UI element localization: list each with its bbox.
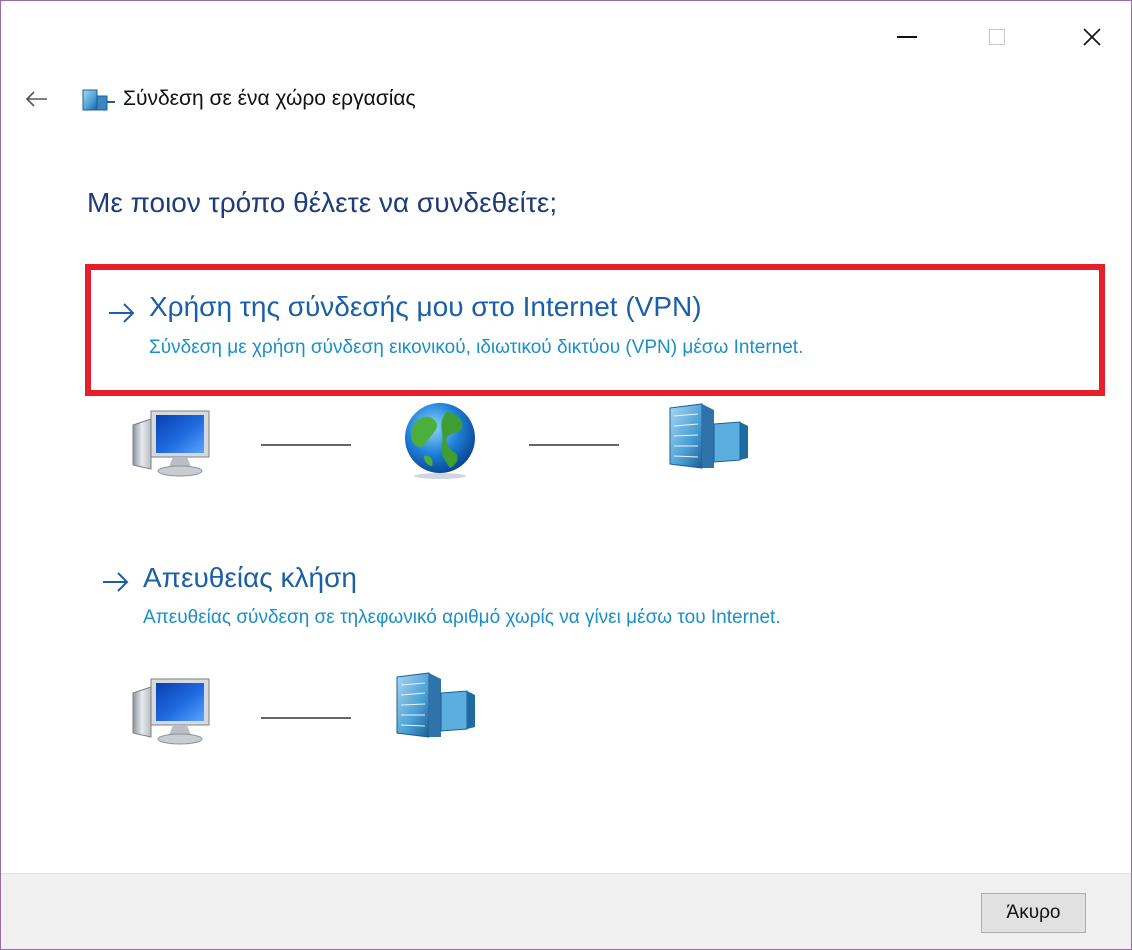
option-description: Σύνδεση με χρήση σύνδεση εικονικού, ιδιω…	[149, 337, 804, 358]
connector-line	[261, 717, 351, 719]
maximize-icon	[989, 29, 1005, 45]
building-icon	[396, 672, 475, 738]
computer-icon	[132, 678, 210, 745]
back-button[interactable]	[19, 81, 55, 117]
option-description: Απευθείας σύνδεση σε τηλεφωνικό αριθμό χ…	[143, 607, 781, 628]
arrow-right-icon	[103, 572, 129, 592]
minimize-icon	[897, 36, 917, 38]
globe-icon	[405, 403, 475, 479]
option-use-internet-vpn[interactable]: Χρήση της σύνδεσής μου στο Internet (VPN…	[85, 264, 1105, 396]
arrow-right-icon	[109, 303, 135, 323]
page-question: Με ποιον τρόπο θέλετε να συνδεθείτε;	[87, 187, 558, 218]
maximize-button[interactable]	[967, 15, 1027, 59]
dialog-footer	[1, 873, 1131, 949]
workplace-connection-icon	[82, 89, 115, 111]
window-title: Σύνδεση σε ένα χώρο εργασίας	[123, 87, 416, 110]
building-icon	[669, 403, 748, 469]
close-icon	[1083, 28, 1101, 46]
minimize-button[interactable]	[877, 15, 937, 59]
computer-icon	[132, 410, 210, 477]
option-title: Απευθείας κλήση	[143, 562, 357, 593]
connector-line	[529, 444, 619, 446]
back-arrow-icon	[25, 91, 47, 107]
option-title: Χρήση της σύνδεσής μου στο Internet (VPN…	[149, 291, 702, 322]
option-dial-directly[interactable]: Απευθείας κλήση Απευθείας σύνδεση σε τηλ…	[85, 549, 1105, 649]
close-button[interactable]	[1062, 15, 1122, 59]
connector-line	[261, 444, 351, 446]
cancel-button[interactable]: Άκυρο	[981, 893, 1086, 933]
connect-workplace-window: Σύνδεση σε ένα χώρο εργασίας Με ποιον τρ…	[0, 0, 1132, 950]
